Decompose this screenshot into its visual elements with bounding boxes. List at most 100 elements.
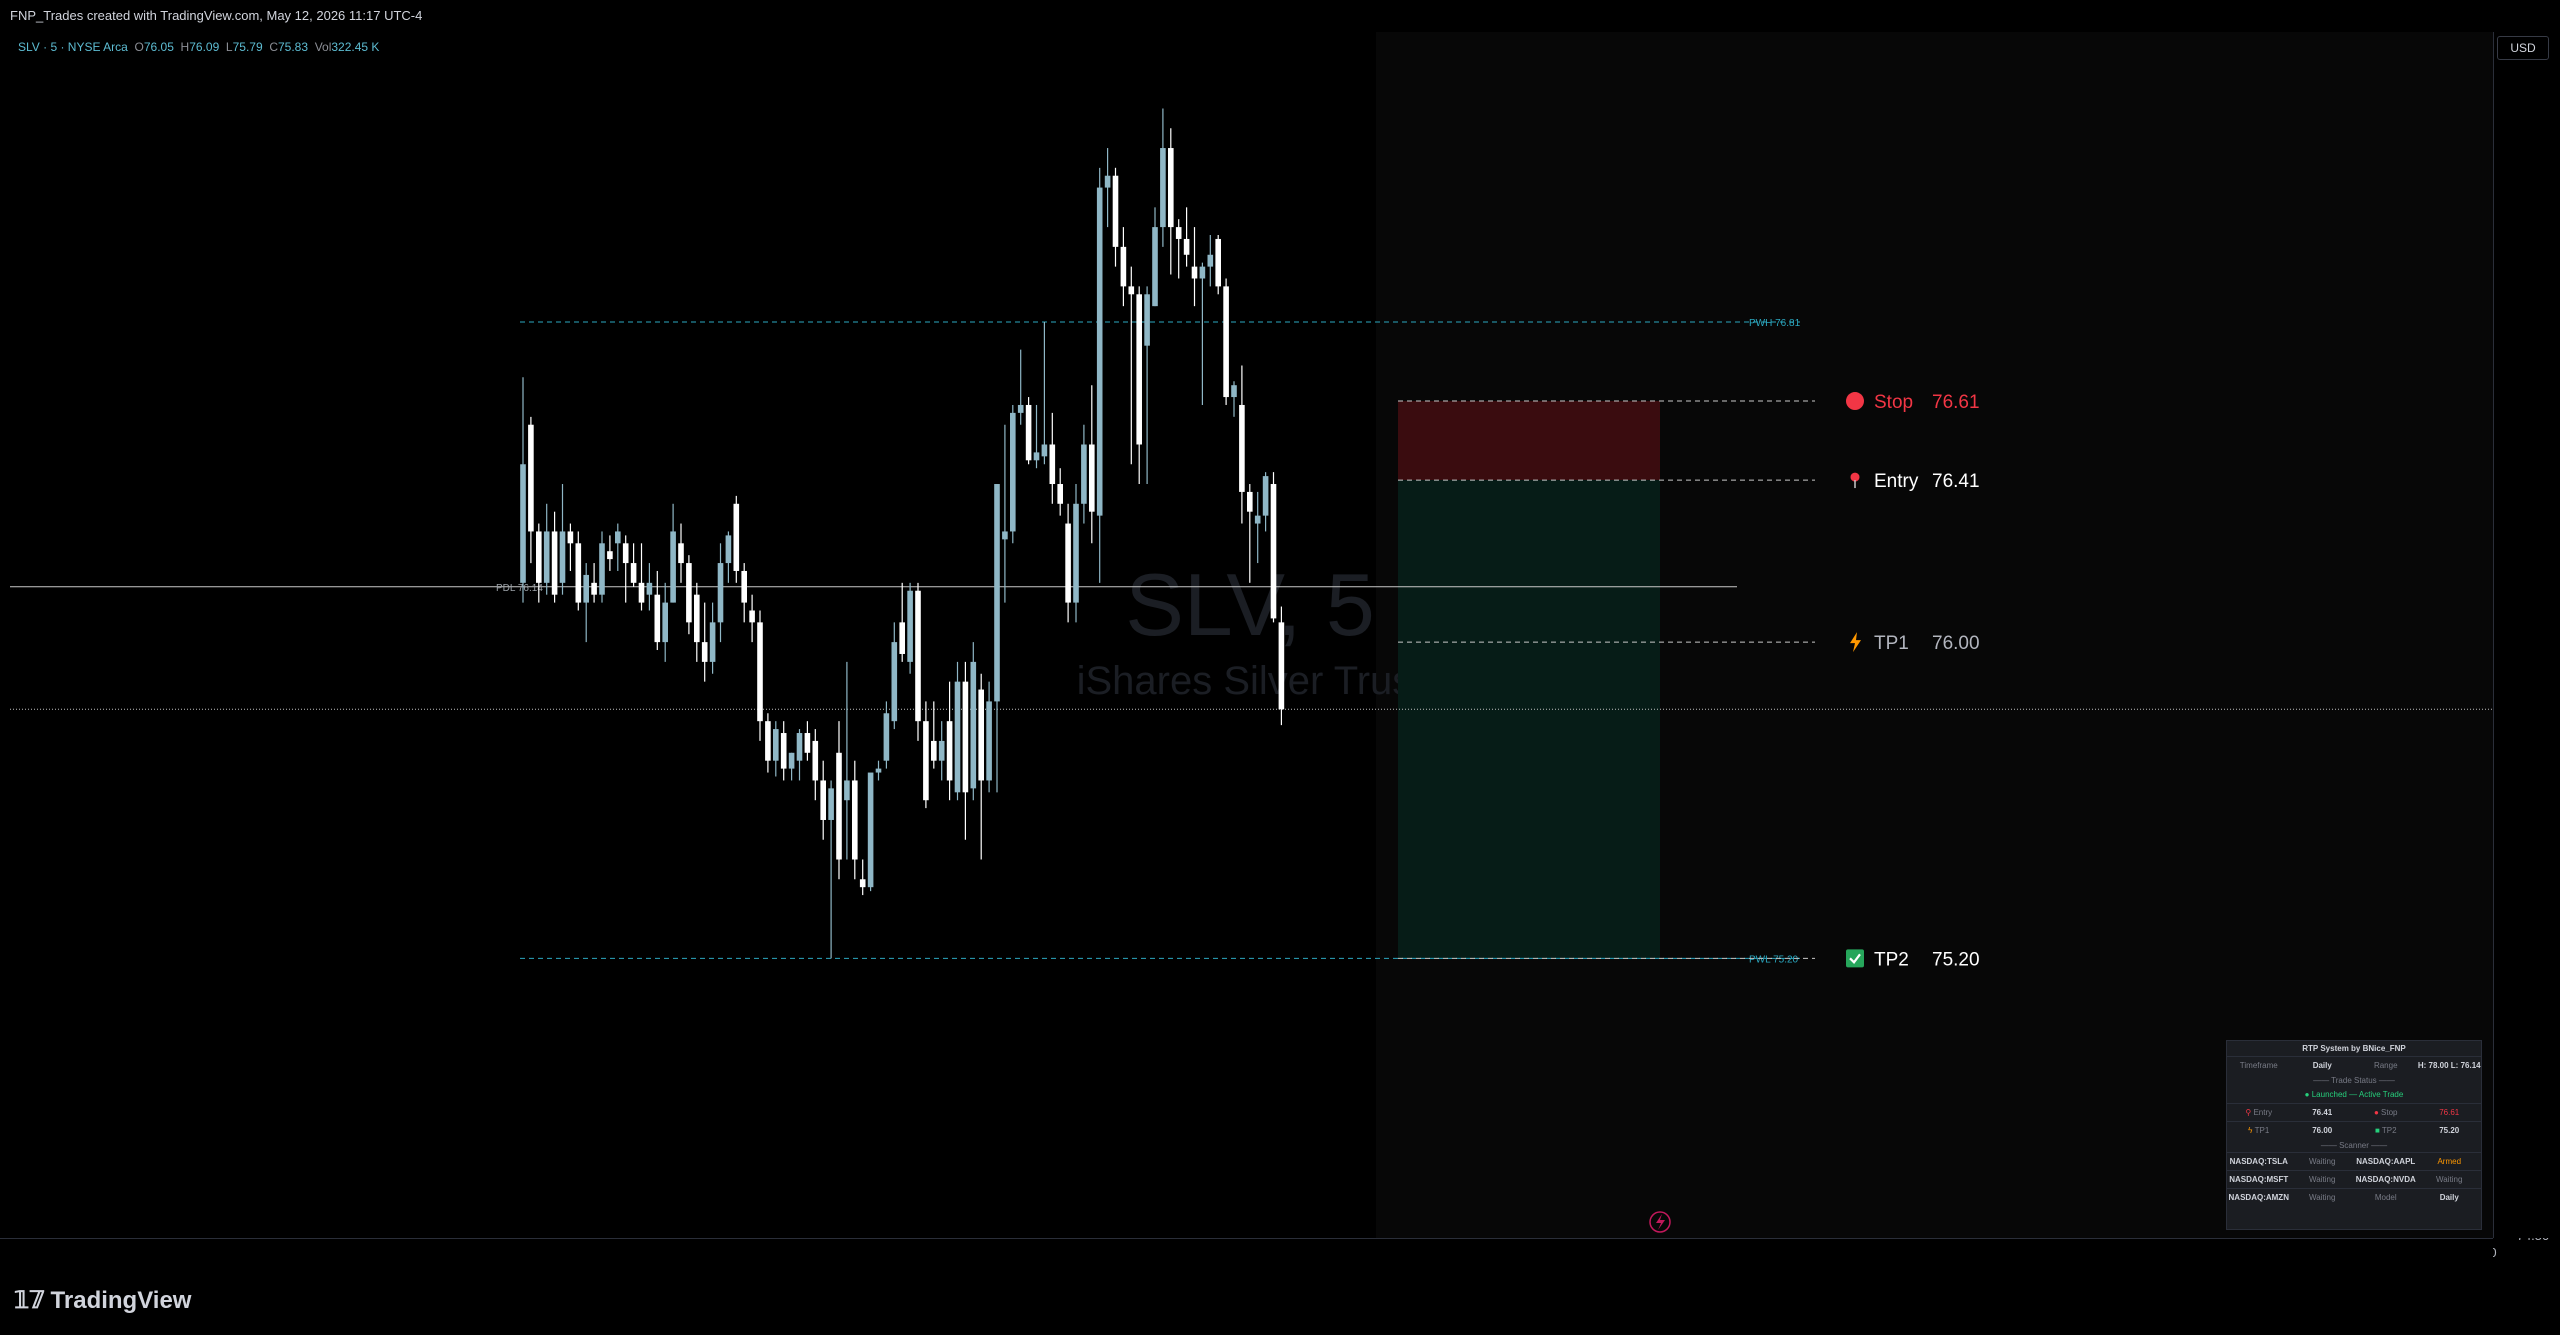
candle-body — [788, 752, 795, 769]
candle-body — [591, 582, 597, 595]
candle-body — [891, 642, 898, 722]
candle-body — [828, 788, 834, 820]
candle-body — [1223, 286, 1229, 398]
candle-body — [694, 594, 700, 643]
scanner-row: NASDAQ:MSFT Waiting NASDAQ:NVDA Waiting — [2227, 1170, 2481, 1188]
tp2-label: TP2 — [1874, 949, 1909, 970]
entry-label: ⚲ Entry — [2245, 1108, 2273, 1117]
candle-body — [954, 681, 961, 793]
legend-volume: Vol322.45 K — [314, 40, 380, 54]
symbol-legend[interactable]: SLV · 5 · NYSE Arca O76.05 H76.09 L75.79… — [18, 40, 379, 54]
tp2-value: 75.20 — [2439, 1126, 2460, 1135]
candle-body — [654, 594, 661, 643]
candle-body — [970, 661, 977, 789]
candle-body — [1120, 246, 1127, 287]
candle-body — [938, 740, 945, 761]
candle-body — [1033, 452, 1040, 461]
candle-body — [559, 531, 566, 583]
candle-body — [931, 740, 937, 761]
candle-body — [1002, 531, 1008, 540]
target-zone — [1398, 480, 1660, 959]
scanner-status: Waiting — [2309, 1175, 2336, 1184]
scanner-symbol: NASDAQ:MSFT — [2229, 1175, 2289, 1184]
candle-body — [962, 681, 969, 793]
candle-body — [709, 622, 716, 662]
range-label: Range — [2373, 1061, 2398, 1070]
candle-body — [1239, 404, 1245, 492]
currency-button[interactable]: USD — [2497, 36, 2549, 60]
stop-label: ● Stop — [2373, 1108, 2398, 1117]
candle-body — [607, 551, 613, 560]
scanner-symbol: NASDAQ:TSLA — [2229, 1157, 2288, 1166]
candlestick-chart[interactable]: SLV, 5 iShares Silver Trust PWH 76.81PDL… — [0, 0, 2560, 1335]
candle-body — [749, 610, 755, 623]
candle-body — [733, 503, 740, 571]
scanner-status: Waiting — [2436, 1175, 2463, 1184]
entry-value: 76.41 — [2312, 1108, 2333, 1117]
candle-body — [599, 543, 605, 595]
candle-body — [1168, 148, 1174, 228]
candle-body — [567, 531, 574, 544]
candle-body — [1017, 404, 1024, 413]
trade-status: ● Launched — Active Trade — [2304, 1090, 2404, 1099]
pwh-label: PWH 76.81 — [1749, 318, 1801, 329]
entry-label: Entry — [1874, 471, 1919, 492]
candle-body — [1270, 484, 1277, 619]
tradingview-brand[interactable]: 𝟙𝟟 TradingView — [14, 1286, 191, 1315]
scanner-model-value: Daily — [2439, 1193, 2459, 1202]
watermark-name: iShares Silver Trust — [1077, 659, 1424, 703]
candle-body — [836, 752, 842, 860]
legend-open: O76.05 — [134, 40, 174, 54]
stop-label: Stop — [1874, 392, 1913, 413]
check-box-icon: ■ — [2374, 1126, 2380, 1135]
candle-body — [575, 543, 582, 603]
candle-body — [757, 622, 763, 722]
candle-body — [1096, 187, 1103, 516]
candle-body — [1191, 266, 1198, 279]
candle-body — [1199, 266, 1206, 279]
candle-body — [551, 531, 558, 595]
candle-body — [1025, 404, 1032, 461]
candle-body — [1160, 148, 1166, 228]
candle-body — [543, 531, 550, 583]
stop-circle-icon: ● — [2373, 1108, 2379, 1117]
timeframe-label: Timeframe — [2239, 1061, 2278, 1070]
timeframe-value: Daily — [2312, 1061, 2332, 1070]
bolt-icon — [1850, 632, 1861, 653]
brand-name: TradingView — [50, 1287, 192, 1314]
candle-body — [1215, 238, 1221, 287]
candle-body — [670, 531, 676, 603]
stop-value: 76.61 — [1932, 392, 1980, 413]
time-scale[interactable] — [0, 1238, 2493, 1265]
legend-high: H76.09 — [180, 40, 220, 54]
candle-body — [1112, 175, 1119, 247]
candle-body — [907, 590, 913, 662]
tp1-label: TP1 — [1874, 633, 1909, 654]
candle-body — [536, 531, 542, 583]
pdl-label: PDL 76.14 — [496, 583, 543, 594]
scanner-symbol: NASDAQ:AAPL — [2356, 1157, 2416, 1166]
candle-body — [615, 531, 621, 544]
candle-body — [1065, 523, 1071, 603]
price-scale[interactable] — [2493, 32, 2560, 1238]
candle-body — [1041, 444, 1048, 457]
candle-body — [717, 563, 724, 623]
candle-body — [1128, 286, 1135, 295]
candle-body — [686, 563, 692, 623]
candle-body — [662, 602, 668, 643]
scanner-symbol: NASDAQ:AMZN — [2228, 1193, 2289, 1202]
tp2-value: 75.20 — [1932, 949, 1980, 970]
candle-body — [1010, 412, 1016, 532]
range-value: H: 78.00 L: 76.14 — [2417, 1061, 2481, 1070]
candle-body — [1144, 294, 1150, 346]
scanner-row: NASDAQ:AMZN Waiting Model Daily — [2227, 1188, 2481, 1206]
candle-body — [765, 721, 771, 761]
panel-title: RTP System by BNice_FNP — [2302, 1044, 2406, 1053]
candle-body — [1081, 444, 1087, 504]
pin-icon: ⚲ — [2245, 1108, 2252, 1117]
candle-body — [978, 689, 984, 781]
candle-body — [1049, 444, 1056, 485]
candle-body — [1183, 238, 1190, 255]
panel-row-entry-stop: ⚲ Entry 76.41 ● Stop 76.61 — [2227, 1103, 2481, 1121]
candle-body — [867, 772, 874, 888]
